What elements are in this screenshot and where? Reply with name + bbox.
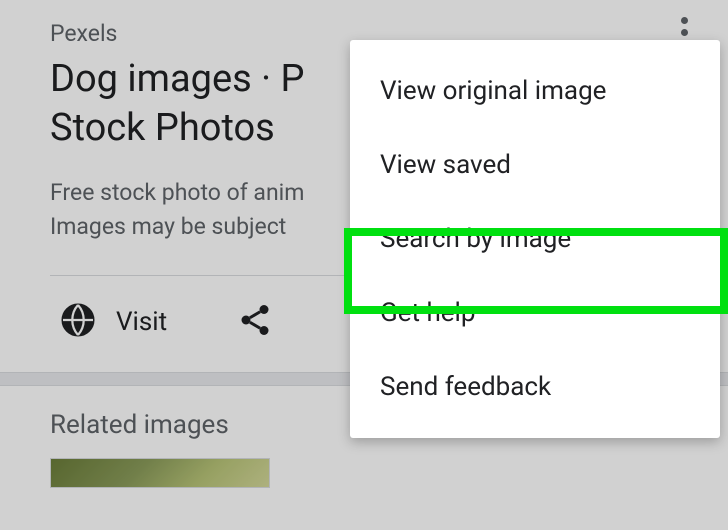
menu-item-view-saved[interactable]: View saved — [350, 128, 720, 202]
menu-item-send-feedback[interactable]: Send feedback — [350, 350, 720, 424]
title-line-2: Stock Photos — [50, 106, 275, 150]
visit-label: Visit — [116, 307, 167, 337]
kebab-dot-icon — [681, 17, 688, 24]
visit-button[interactable]: Visit — [60, 302, 167, 342]
globe-icon — [60, 302, 96, 342]
menu-item-get-help[interactable]: Get help — [350, 276, 720, 350]
related-image-thumbnail[interactable] — [50, 458, 270, 488]
kebab-dot-icon — [681, 29, 688, 36]
share-button[interactable] — [237, 302, 273, 342]
menu-item-search-by-image[interactable]: Search by image — [350, 202, 720, 276]
title-line-1: Dog images · P — [50, 57, 304, 101]
menu-item-view-original[interactable]: View original image — [350, 54, 720, 128]
overflow-menu: View original image View saved Search by… — [350, 40, 720, 438]
share-icon — [237, 323, 273, 342]
